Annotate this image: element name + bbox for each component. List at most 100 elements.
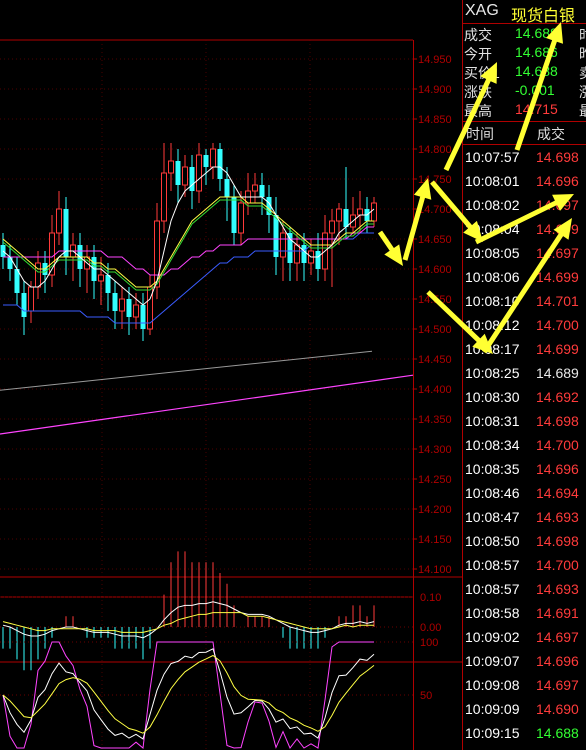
trade-row[interactable]: 10:08:05 14.697	[463, 242, 586, 266]
kline-chart[interactable]: 14.950 14.900 14.850 14.800 14.750 14.700 14.6…	[0, 0, 462, 750]
candle-body	[357, 208, 363, 216]
trade-price: 14.696	[536, 653, 579, 669]
quote-value: 14.688	[515, 25, 558, 41]
candle-body	[294, 244, 300, 264]
trade-row[interactable]: 10:08:57 14.700	[463, 554, 586, 578]
price-tick-label: 14.550	[418, 294, 452, 306]
quote-label-clipped: 昨	[579, 44, 586, 64]
trade-time: 10:08:31	[465, 413, 520, 429]
candle-body	[329, 220, 335, 234]
price-tick-label: 14.900	[418, 84, 452, 96]
quote-label: 今开	[464, 46, 492, 62]
price-tick-label: 14.950	[418, 54, 452, 66]
trade-time: 10:08:04	[465, 221, 520, 237]
trade-row[interactable]: 10:08:25 14.689	[463, 362, 586, 386]
trade-row[interactable]: 10:08:02 14.697	[463, 194, 586, 218]
symbol-name: 现货白银	[511, 8, 576, 25]
trade-row[interactable]: 10:08:04 14.699	[463, 218, 586, 242]
symbol-code: XAG	[465, 2, 499, 19]
trade-row[interactable]: 10:08:34 14.700	[463, 434, 586, 458]
candle-body	[182, 166, 188, 186]
candle-body	[224, 179, 230, 197]
candle-body	[210, 148, 216, 168]
candle-body	[371, 202, 377, 222]
candle-body	[98, 274, 104, 282]
candle-body	[231, 197, 237, 233]
price-tick-label: 14.200	[418, 504, 452, 516]
trade-row[interactable]: 10:09:07 14.696	[463, 650, 586, 674]
trade-row[interactable]: 10:08:46 14.694	[463, 482, 586, 506]
trade-row[interactable]: 10:09:09 14.690	[463, 698, 586, 722]
quote-row: 买价1 14.688 卖	[463, 62, 586, 81]
quote-label: 买价1	[464, 65, 500, 81]
price-tick-label: 14.700	[418, 204, 452, 216]
trade-time: 10:08:06	[465, 269, 520, 285]
quote-panel: XAG 现货白银 成交 14.688 时今开 14.686 昨买价1 14.688 卖涨跌 -…	[462, 0, 586, 750]
trade-time: 10:09:08	[465, 677, 520, 693]
candle-body	[28, 286, 34, 312]
trade-price: 14.701	[536, 293, 579, 309]
trade-row[interactable]: 10:07:57 14.698	[463, 146, 586, 170]
trade-price: 14.698	[536, 413, 579, 429]
quote-label-clipped: 最	[579, 101, 586, 121]
candle-body	[238, 202, 244, 234]
trade-row[interactable]: 10:08:30 14.692	[463, 386, 586, 410]
trade-row[interactable]: 10:08:17 14.699	[463, 338, 586, 362]
trade-time: 10:08:57	[465, 557, 520, 573]
trade-row[interactable]: 10:08:31 14.698	[463, 410, 586, 434]
trade-price: 14.700	[536, 317, 579, 333]
trade-price: 14.693	[536, 581, 579, 597]
trade-price: 14.699	[536, 221, 579, 237]
trade-price: 14.700	[536, 437, 579, 453]
kdj-d-line	[2, 654, 375, 734]
trade-price: 14.689	[536, 365, 579, 381]
price-tick-label: 14.600	[418, 264, 452, 276]
trade-time: 10:08:57	[465, 581, 520, 597]
trades-header: 时间 成交	[463, 121, 586, 145]
candle-body	[301, 245, 307, 263]
quote-label: 成交	[464, 27, 492, 43]
trade-row[interactable]: 10:08:12 14.700	[463, 314, 586, 338]
candle-body	[105, 275, 111, 293]
candle-body	[126, 299, 132, 317]
candle-body	[21, 293, 27, 317]
trade-row[interactable]: 10:08:06 14.699	[463, 266, 586, 290]
trade-time: 10:08:01	[465, 173, 520, 189]
chart-grid	[0, 39, 462, 750]
candle-body	[280, 232, 286, 258]
trade-price: 14.694	[536, 485, 579, 501]
trade-price: 14.690	[536, 701, 579, 717]
price-tick-label: 14.650	[418, 234, 452, 246]
price-tick-label: 14.500	[418, 324, 452, 336]
trade-time: 10:09:02	[465, 629, 520, 645]
quote-label-clipped: 涨	[579, 82, 586, 102]
quote-label-clipped: 卖	[579, 63, 586, 83]
candle-body	[112, 293, 118, 311]
trade-price: 14.691	[536, 605, 579, 621]
trade-row[interactable]: 10:09:15 14.688	[463, 722, 586, 746]
trade-row[interactable]: 10:08:58 14.691	[463, 602, 586, 626]
trade-row[interactable]: 10:08:01 14.696	[463, 170, 586, 194]
trade-row[interactable]: 10:08:10 14.701	[463, 290, 586, 314]
trade-row[interactable]: 10:08:50 14.698	[463, 530, 586, 554]
kdj-panel: 100 50	[0, 637, 438, 749]
trade-row[interactable]: 10:09:08 14.697	[463, 674, 586, 698]
kdj-tick-label: 100	[420, 637, 438, 649]
trade-time: 10:08:25	[465, 365, 520, 381]
trade-row[interactable]: 10:08:57 14.693	[463, 578, 586, 602]
trade-price: 14.697	[536, 245, 579, 261]
trade-time: 10:08:35	[465, 461, 520, 477]
price-tick-label: 14.800	[418, 144, 452, 156]
quote-row: 最高 14.715 最	[463, 100, 586, 119]
candle-body	[196, 154, 202, 192]
trade-time: 10:08:50	[465, 533, 520, 549]
trade-row[interactable]: 10:09:02 14.697	[463, 626, 586, 650]
price-tick-label: 14.150	[418, 534, 452, 546]
trade-row[interactable]: 10:08:47 14.693	[463, 506, 586, 530]
price-tick-label: 14.100	[418, 564, 452, 576]
trade-time: 10:09:07	[465, 653, 520, 669]
trade-row[interactable]: 10:08:35 14.696	[463, 458, 586, 482]
price-tick-label: 14.350	[418, 414, 452, 426]
candle-body	[175, 161, 181, 185]
price-tick-label: 14.750	[418, 174, 452, 186]
